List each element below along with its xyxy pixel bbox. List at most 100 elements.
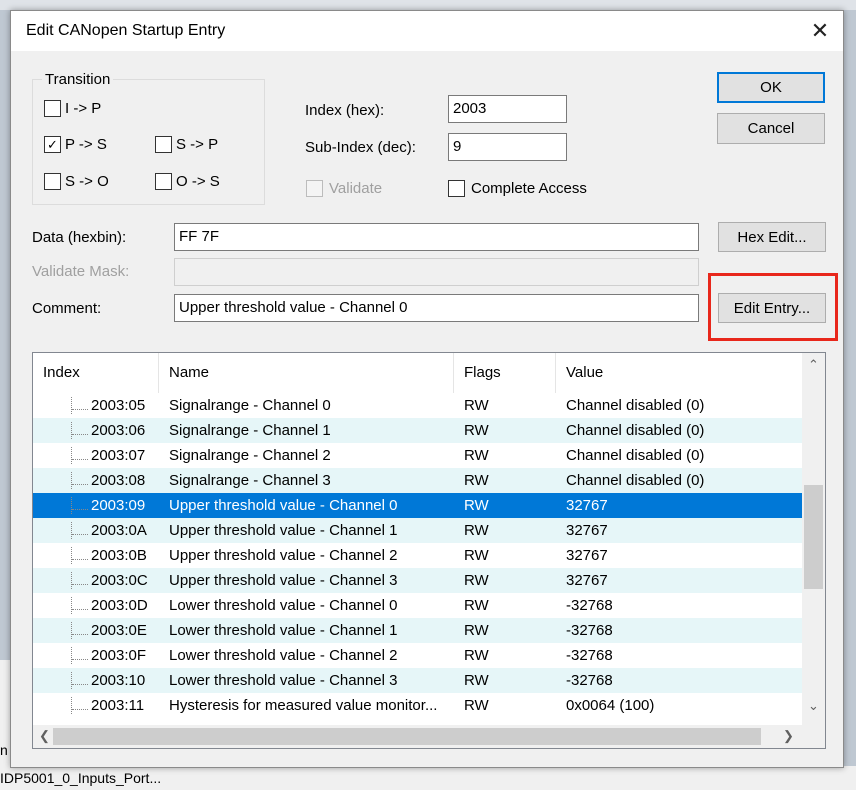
checkbox-box[interactable]: ✓ bbox=[44, 136, 61, 153]
row-name: Upper threshold value - Channel 3 bbox=[169, 572, 398, 589]
checkbox-box[interactable] bbox=[44, 100, 61, 117]
row-index-text: 2003:07 bbox=[91, 447, 146, 464]
column-header-name[interactable]: Name bbox=[159, 353, 454, 393]
checkbox-label: S -> O bbox=[65, 173, 109, 190]
row-flags: RW bbox=[464, 472, 489, 489]
transition-s-o-checkbox[interactable]: S -> O bbox=[44, 173, 109, 190]
cancel-button[interactable]: Cancel bbox=[717, 113, 825, 144]
row-name: Upper threshold value - Channel 0 bbox=[169, 497, 398, 514]
scroll-down-icon[interactable]: ⌄ bbox=[802, 698, 825, 714]
row-flags: RW bbox=[464, 597, 489, 614]
table-row[interactable]: 2003:0E Lower threshold value - Channel 1… bbox=[33, 618, 803, 643]
tree-connector bbox=[72, 659, 88, 660]
complete-access-label: Complete Access bbox=[471, 180, 587, 197]
transition-o-s-checkbox[interactable]: O -> S bbox=[155, 173, 220, 190]
row-name: Signalrange - Channel 3 bbox=[169, 472, 331, 489]
table-row[interactable]: 2003:07 Signalrange - Channel 2 RW Channel … bbox=[33, 443, 803, 468]
index-label: Index (hex): bbox=[305, 102, 385, 119]
row-index: 2003:07 bbox=[33, 447, 159, 464]
row-index-text: 2003:0A bbox=[91, 522, 147, 539]
highlight-annotation-box bbox=[708, 273, 838, 341]
horizontal-scrollbar[interactable]: ❮ ❯ bbox=[33, 725, 825, 748]
table-row[interactable]: 2003:05 Signalrange - Channel 0 RW Channel … bbox=[33, 393, 803, 418]
list-rows: 2003:05 Signalrange - Channel 0 RW Channel … bbox=[33, 393, 803, 718]
row-value: Channel disabled (0) bbox=[566, 472, 705, 489]
row-index-text: 2003:08 bbox=[91, 472, 146, 489]
row-index-text: 2003:06 bbox=[91, 422, 146, 439]
background-tree-item[interactable]: IDP5001_0_Inputs_Port... bbox=[0, 770, 161, 786]
checkbox-label: O -> S bbox=[176, 173, 220, 190]
vertical-scrollbar[interactable]: ⌃ ⌄ bbox=[802, 353, 825, 727]
scroll-up-icon[interactable]: ⌃ bbox=[802, 357, 825, 373]
row-flags: RW bbox=[464, 497, 489, 514]
row-index: 2003:0E bbox=[33, 622, 159, 639]
tree-connector bbox=[71, 447, 72, 464]
data-input[interactable]: FF 7F bbox=[174, 223, 699, 251]
row-index-text: 2003:0B bbox=[91, 547, 147, 564]
row-index: 2003:10 bbox=[33, 672, 159, 689]
row-name: Hysteresis for measured value monitor... bbox=[169, 697, 438, 714]
table-row[interactable]: 2003:0D Lower threshold value - Channel 0… bbox=[33, 593, 803, 618]
row-value: 32767 bbox=[566, 522, 608, 539]
transition-i-p-checkbox[interactable]: I -> P bbox=[44, 100, 101, 117]
tree-connector bbox=[72, 634, 88, 635]
scroll-right-icon[interactable]: ❯ bbox=[777, 728, 800, 744]
row-index: 2003:09 bbox=[33, 497, 159, 514]
row-name: Upper threshold value - Channel 2 bbox=[169, 547, 398, 564]
row-value: 0x0064 (100) bbox=[566, 697, 655, 714]
row-value: -32768 bbox=[566, 647, 613, 664]
tree-connector bbox=[71, 397, 72, 414]
row-index: 2003:06 bbox=[33, 422, 159, 439]
horizontal-scroll-thumb[interactable] bbox=[53, 728, 761, 745]
row-index: 2003:0C bbox=[33, 572, 159, 589]
object-dictionary-list[interactable]: Index Name Flags Value 2003:05 Signalrang… bbox=[32, 352, 826, 749]
table-row[interactable]: 2003:10 Lower threshold value - Channel 3… bbox=[33, 668, 803, 693]
transition-s-p-checkbox[interactable]: S -> P bbox=[155, 136, 218, 153]
column-header-flags[interactable]: Flags bbox=[454, 353, 556, 393]
tree-connector bbox=[71, 697, 72, 714]
comment-label: Comment: bbox=[32, 300, 102, 317]
row-value: 32767 bbox=[566, 547, 608, 564]
validate-mask-label: Validate Mask: bbox=[32, 263, 130, 280]
tree-connector bbox=[71, 597, 72, 614]
checkbox-box[interactable] bbox=[155, 136, 172, 153]
comment-input[interactable]: Upper threshold value - Channel 0 bbox=[174, 294, 699, 322]
row-flags: RW bbox=[464, 647, 489, 664]
table-row[interactable]: 2003:08 Signalrange - Channel 3 RW Channel … bbox=[33, 468, 803, 493]
subindex-input[interactable]: 9 bbox=[448, 133, 567, 161]
vertical-scroll-thumb[interactable] bbox=[804, 485, 823, 589]
tree-connector bbox=[71, 547, 72, 564]
row-index-text: 2003:0E bbox=[91, 622, 147, 639]
checkbox-label: I -> P bbox=[65, 100, 102, 117]
complete-access-checkbox[interactable]: Complete Access bbox=[448, 180, 587, 197]
ok-button[interactable]: OK bbox=[717, 72, 825, 103]
close-button[interactable]: ✕ bbox=[797, 11, 843, 51]
checkbox-box[interactable] bbox=[448, 180, 465, 197]
hex-edit-button[interactable]: Hex Edit... bbox=[718, 222, 826, 252]
row-value: -32768 bbox=[566, 622, 613, 639]
checkbox-box[interactable] bbox=[155, 173, 172, 190]
row-index-text: 2003:0F bbox=[91, 647, 147, 664]
table-row[interactable]: 2003:0B Upper threshold value - Channel 2… bbox=[33, 543, 803, 568]
column-header-value[interactable]: Value bbox=[556, 353, 803, 393]
tree-connector bbox=[72, 534, 88, 535]
column-header-index[interactable]: Index bbox=[33, 353, 159, 393]
table-row[interactable]: 2003:06 Signalrange - Channel 1 RW Channel … bbox=[33, 418, 803, 443]
background-window-edge bbox=[0, 0, 856, 10]
tree-connector bbox=[72, 459, 88, 460]
checkbox-box[interactable] bbox=[44, 173, 61, 190]
table-row[interactable]: 2003:0F Lower threshold value - Channel 2… bbox=[33, 643, 803, 668]
row-value: 32767 bbox=[566, 497, 608, 514]
transition-p-s-checkbox[interactable]: ✓ P -> S bbox=[44, 136, 107, 153]
table-row[interactable]: 2003:09 Upper threshold value - Channel 0… bbox=[33, 493, 803, 518]
index-input[interactable]: 2003 bbox=[448, 95, 567, 123]
row-name: Signalrange - Channel 2 bbox=[169, 447, 331, 464]
table-row[interactable]: 2003:11 Hysteresis for measured value mon… bbox=[33, 693, 803, 718]
row-name: Signalrange - Channel 1 bbox=[169, 422, 331, 439]
row-value: Channel disabled (0) bbox=[566, 422, 705, 439]
table-row[interactable]: 2003:0A Upper threshold value - Channel 1… bbox=[33, 518, 803, 543]
transition-group-label: Transition bbox=[42, 71, 114, 88]
row-index-text: 2003:05 bbox=[91, 397, 146, 414]
table-row[interactable]: 2003:0C Upper threshold value - Channel 3… bbox=[33, 568, 803, 593]
row-index-text: 2003:10 bbox=[91, 672, 146, 689]
